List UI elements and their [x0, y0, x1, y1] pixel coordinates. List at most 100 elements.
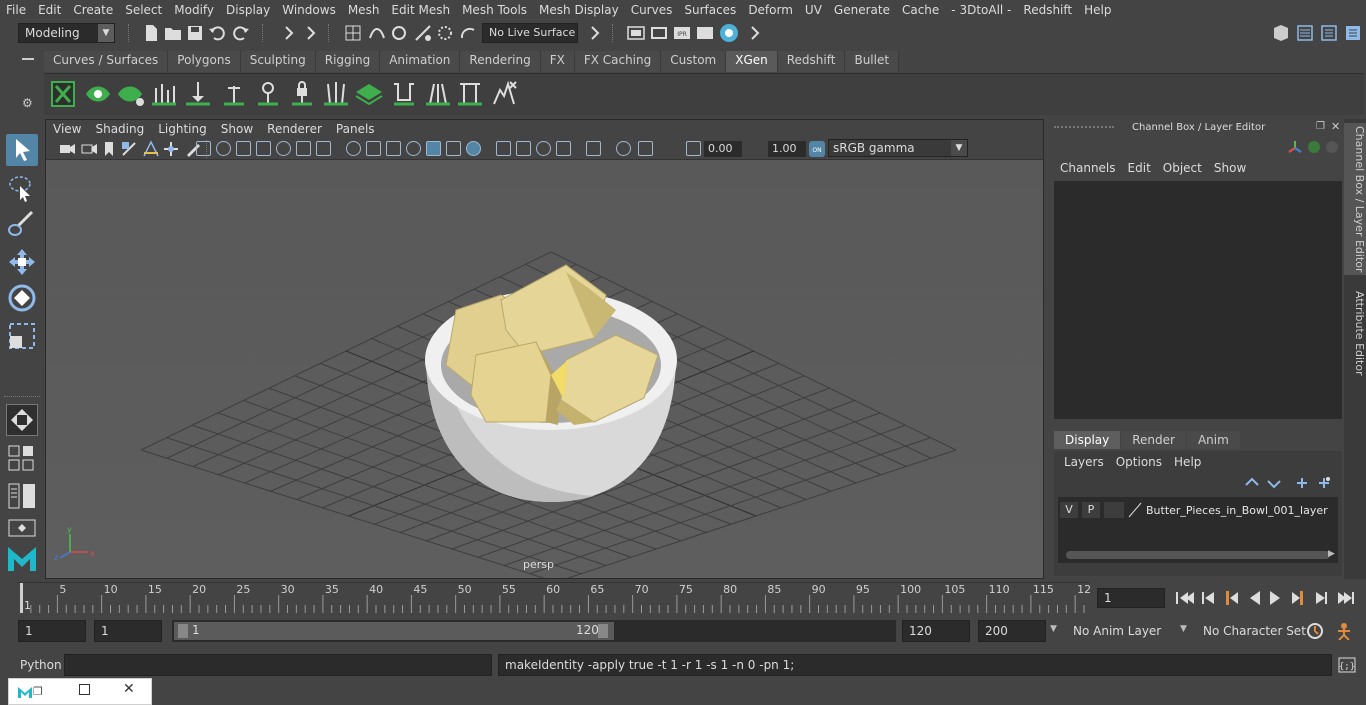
render-settings-icon[interactable] — [627, 24, 645, 42]
playback-end-field[interactable]: 120 — [902, 620, 970, 642]
new-layer-selected-icon[interactable] — [1316, 475, 1332, 491]
xgen-hide-icon[interactable] — [116, 80, 146, 108]
channel-menu-channels[interactable]: Channels — [1054, 161, 1122, 175]
menu-mesh-tools[interactable]: Mesh Tools — [456, 3, 533, 17]
field-chart-icon[interactable] — [556, 141, 571, 156]
animation-preferences-icon[interactable] — [1334, 622, 1354, 640]
move-tool-button[interactable] — [6, 246, 38, 278]
snap-point-icon[interactable] — [390, 24, 408, 42]
chevron-down-icon[interactable]: ▼ — [1180, 624, 1187, 634]
anim-layer-selector[interactable]: No Anim Layer — [1066, 620, 1174, 642]
xgen-lock-guide-icon[interactable] — [288, 80, 316, 108]
channel-menu-show[interactable]: Show — [1208, 161, 1252, 175]
layer-tab-display[interactable]: Display — [1054, 431, 1121, 449]
persp-graph-layout-button[interactable] — [6, 518, 38, 538]
xgen-grid-icon[interactable] — [354, 80, 384, 108]
shelf-tab-redshift[interactable]: Redshift — [777, 51, 846, 72]
layer-scrollbar[interactable] — [1066, 551, 1330, 559]
viewport-menu-view[interactable]: View — [46, 122, 88, 136]
scale-tool-button[interactable] — [6, 320, 38, 352]
shelf-tab-sculpting[interactable]: Sculpting — [240, 51, 316, 72]
textured-icon[interactable] — [276, 141, 291, 156]
viewport-menu-renderer[interactable]: Renderer — [260, 122, 329, 136]
menu-edit[interactable]: Edit — [32, 3, 67, 17]
menu-modify[interactable]: Modify — [168, 3, 220, 17]
four-view-layout-button[interactable] — [6, 444, 38, 474]
menu-redshift[interactable]: Redshift — [1017, 3, 1078, 17]
snap-live-icon[interactable] — [459, 24, 477, 42]
command-language-label[interactable]: Python — [20, 658, 62, 672]
camera-attributes-icon[interactable] — [80, 140, 98, 158]
menu-surfaces[interactable]: Surfaces — [678, 3, 742, 17]
outliner-layout-button[interactable] — [6, 482, 38, 512]
chevron-down-icon[interactable]: ▼ — [1050, 624, 1057, 634]
range-start-handle[interactable] — [178, 624, 188, 638]
default-material-icon[interactable] — [256, 141, 271, 156]
new-scene-icon[interactable] — [142, 24, 160, 42]
xgen-preview-icon[interactable] — [84, 80, 112, 108]
playback-start-field[interactable]: 1 — [94, 620, 162, 642]
new-layer-icon[interactable] — [1294, 475, 1310, 491]
auto-key-icon[interactable] — [1306, 622, 1324, 640]
layer-menu-help[interactable]: Help — [1168, 455, 1207, 469]
layer-color-icon[interactable] — [1128, 502, 1142, 518]
playback-toggle[interactable]: P — [1082, 502, 1100, 518]
film-gate-icon[interactable] — [536, 141, 551, 156]
shelf-tab-custom[interactable]: Custom — [661, 51, 727, 72]
menu-deform[interactable]: Deform — [742, 3, 799, 17]
range-end-handle[interactable] — [598, 624, 608, 638]
shelf-tab-xgen[interactable]: XGen — [726, 51, 778, 72]
collapse-arrow-icon[interactable] — [586, 24, 604, 42]
tab-attribute-editor[interactable]: Attribute Editor — [1344, 283, 1366, 383]
shelf-tab-rendering[interactable]: Rendering — [460, 51, 541, 72]
render-frame-icon[interactable] — [650, 24, 668, 42]
shadows-icon[interactable] — [316, 141, 331, 156]
step-forward-icon[interactable] — [1316, 592, 1327, 604]
menu-file[interactable]: File — [0, 3, 32, 17]
menu-select[interactable]: Select — [119, 3, 168, 17]
camera-select-icon[interactable] — [58, 140, 76, 158]
shelf-tab-fx[interactable]: FX — [540, 51, 575, 72]
rotate-tool-button[interactable] — [6, 282, 38, 314]
range-track[interactable]: 1 120 — [172, 620, 896, 642]
menu-curves[interactable]: Curves — [625, 3, 679, 17]
depth-of-field-icon[interactable] — [386, 141, 401, 156]
go-to-end-icon[interactable] — [1338, 592, 1354, 604]
menu-windows[interactable]: Windows — [276, 3, 342, 17]
wireframe-icon[interactable] — [216, 141, 231, 156]
isolate-select-icon[interactable] — [406, 141, 421, 156]
shelf-tab-fx-caching[interactable]: FX Caching — [574, 51, 662, 72]
current-frame-field[interactable]: 1 — [1097, 588, 1165, 608]
modeling-toolkit-icon[interactable] — [1296, 24, 1314, 42]
xgen-primitive-icon[interactable] — [322, 80, 350, 108]
step-back-icon[interactable] — [1202, 592, 1214, 604]
paint-select-tool-button[interactable] — [6, 208, 38, 240]
play-backwards-icon[interactable] — [1250, 591, 1260, 605]
maximize-icon[interactable] — [79, 684, 90, 695]
workspace-icon[interactable] — [1272, 24, 1290, 42]
start-frame-field[interactable]: 1 — [18, 620, 86, 642]
viewport-canvas[interactable]: x y z persp — [46, 160, 1043, 578]
lasso-tool-button[interactable] — [6, 172, 38, 204]
menu-mesh-display[interactable]: Mesh Display — [533, 3, 625, 17]
anti-aliasing-icon[interactable] — [366, 141, 381, 156]
xray-components-icon[interactable] — [466, 141, 481, 156]
menu-cache[interactable]: Cache — [896, 3, 945, 17]
color-management-icon[interactable]: ON — [808, 140, 826, 158]
menu-help[interactable]: Help — [1078, 3, 1117, 17]
menu-generate[interactable]: Generate — [828, 3, 896, 17]
xray-joints-icon[interactable] — [446, 141, 461, 156]
viewport-menu-shading[interactable]: Shading — [88, 122, 151, 136]
step-forward-key-icon[interactable] — [1292, 591, 1303, 605]
ipr-render-icon[interactable]: IPR — [673, 24, 691, 42]
float-icon[interactable]: ❐ — [1316, 121, 1325, 132]
xgen-noise-icon[interactable] — [490, 80, 518, 108]
pan-zoom-icon[interactable] — [162, 140, 180, 158]
shelf-tab-animation[interactable]: Animation — [380, 51, 461, 72]
panel-grip[interactable] — [1054, 126, 1114, 128]
snap-surface-icon[interactable] — [436, 24, 454, 42]
xgen-sculpt-icon[interactable] — [184, 80, 212, 108]
live-surface-field[interactable]: No Live Surface — [482, 23, 578, 43]
gamma-field[interactable]: 1.00 — [768, 141, 806, 157]
move-layer-down-icon[interactable] — [1266, 475, 1282, 491]
